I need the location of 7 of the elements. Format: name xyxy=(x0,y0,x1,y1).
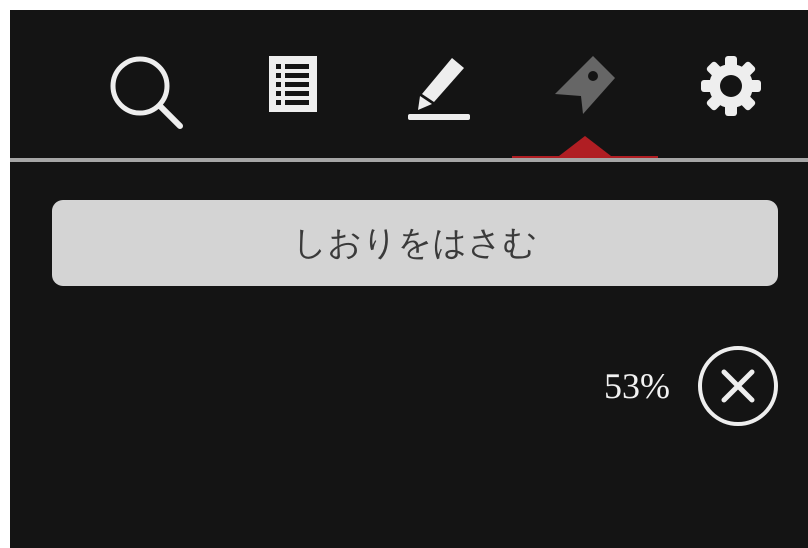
progress-percent: 53% xyxy=(604,365,670,407)
list-icon xyxy=(267,54,319,114)
bookmark-button[interactable]: しおりをはさむ xyxy=(52,200,778,286)
search-icon xyxy=(108,54,186,132)
selection-indicator xyxy=(559,136,611,156)
close-icon[interactable] xyxy=(696,344,780,428)
settings-icon xyxy=(699,54,763,118)
